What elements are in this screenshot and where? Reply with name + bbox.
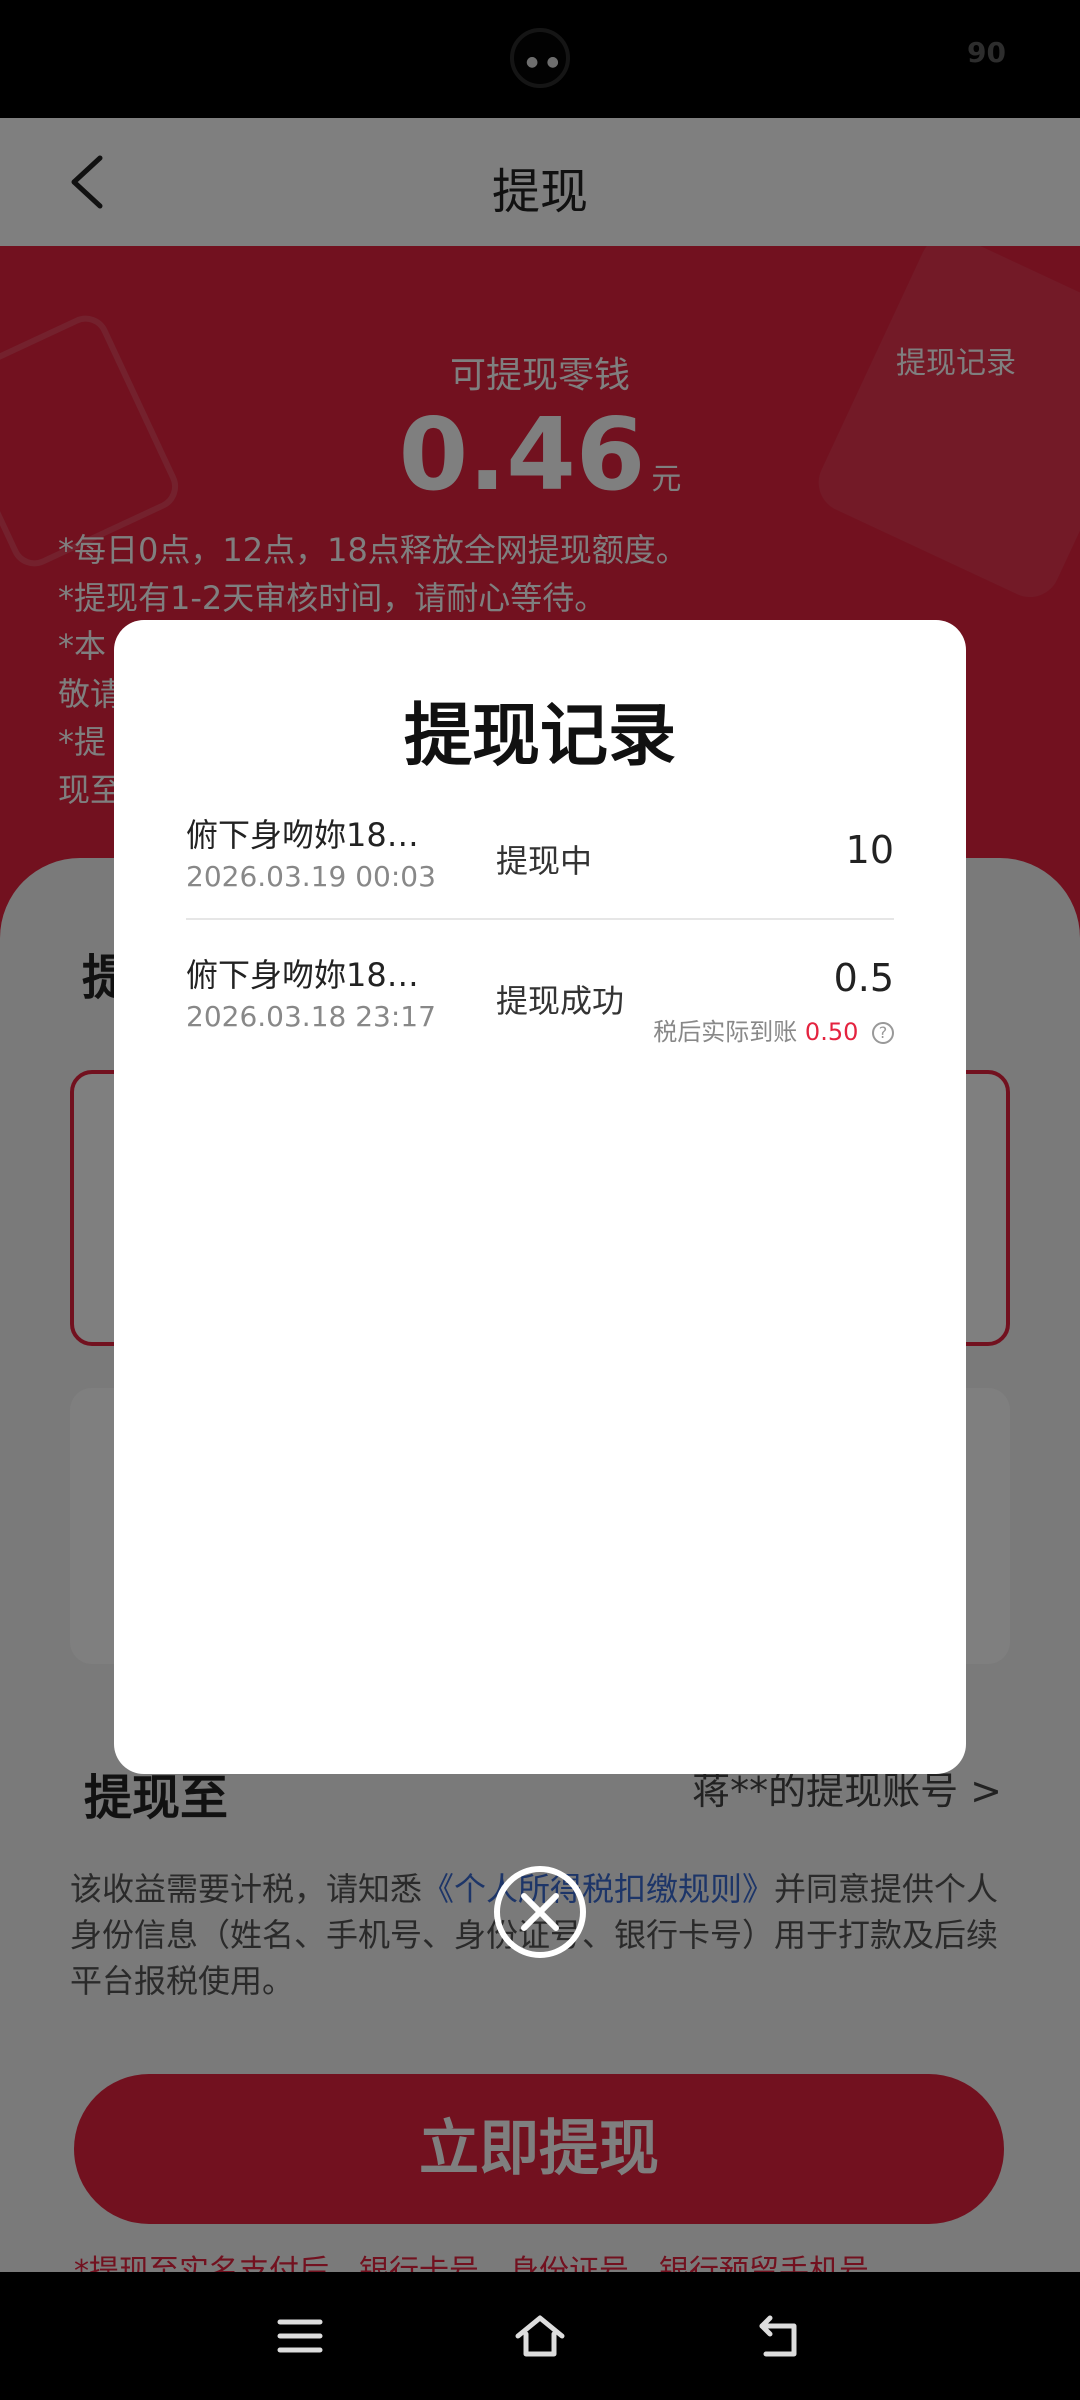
withdraw-record-dialog: 提现记录 俯下身吻妳18… 2026.03.19 00:03 提现中 10 俯下… — [114, 620, 966, 1774]
record-name: 俯下身吻妳18… — [186, 816, 419, 854]
system-navigation-bar — [0, 2272, 1080, 2400]
close-icon — [521, 1893, 559, 1931]
home-icon[interactable] — [514, 2310, 566, 2362]
record-amount: 10 — [845, 828, 894, 872]
net-value: 0.50 — [804, 1018, 859, 1046]
net-label: 税后实际到账 — [653, 1018, 798, 1046]
record-amount: 0.5 — [833, 956, 894, 1000]
record-status: 提现中 — [496, 842, 593, 880]
record-status: 提现成功 — [496, 982, 625, 1020]
close-dialog-button[interactable] — [494, 1866, 586, 1958]
list-item: 俯下身吻妳18… 2026.03.19 00:03 提现中 10 — [186, 810, 894, 920]
help-icon[interactable]: ? — [872, 1022, 894, 1044]
record-date: 2026.03.18 23:17 — [186, 1000, 436, 1033]
dialog-title: 提现记录 — [403, 697, 676, 776]
back-icon[interactable] — [754, 2310, 806, 2362]
list-item: 俯下身吻妳18… 2026.03.18 23:17 提现成功 0.5 税后实际到… — [186, 950, 894, 1070]
record-date: 2026.03.19 00:03 — [186, 860, 436, 893]
record-name: 俯下身吻妳18… — [186, 956, 419, 994]
menu-icon[interactable] — [274, 2310, 326, 2362]
record-net-amount: 税后实际到账 0.50 ? — [653, 1012, 894, 1047]
